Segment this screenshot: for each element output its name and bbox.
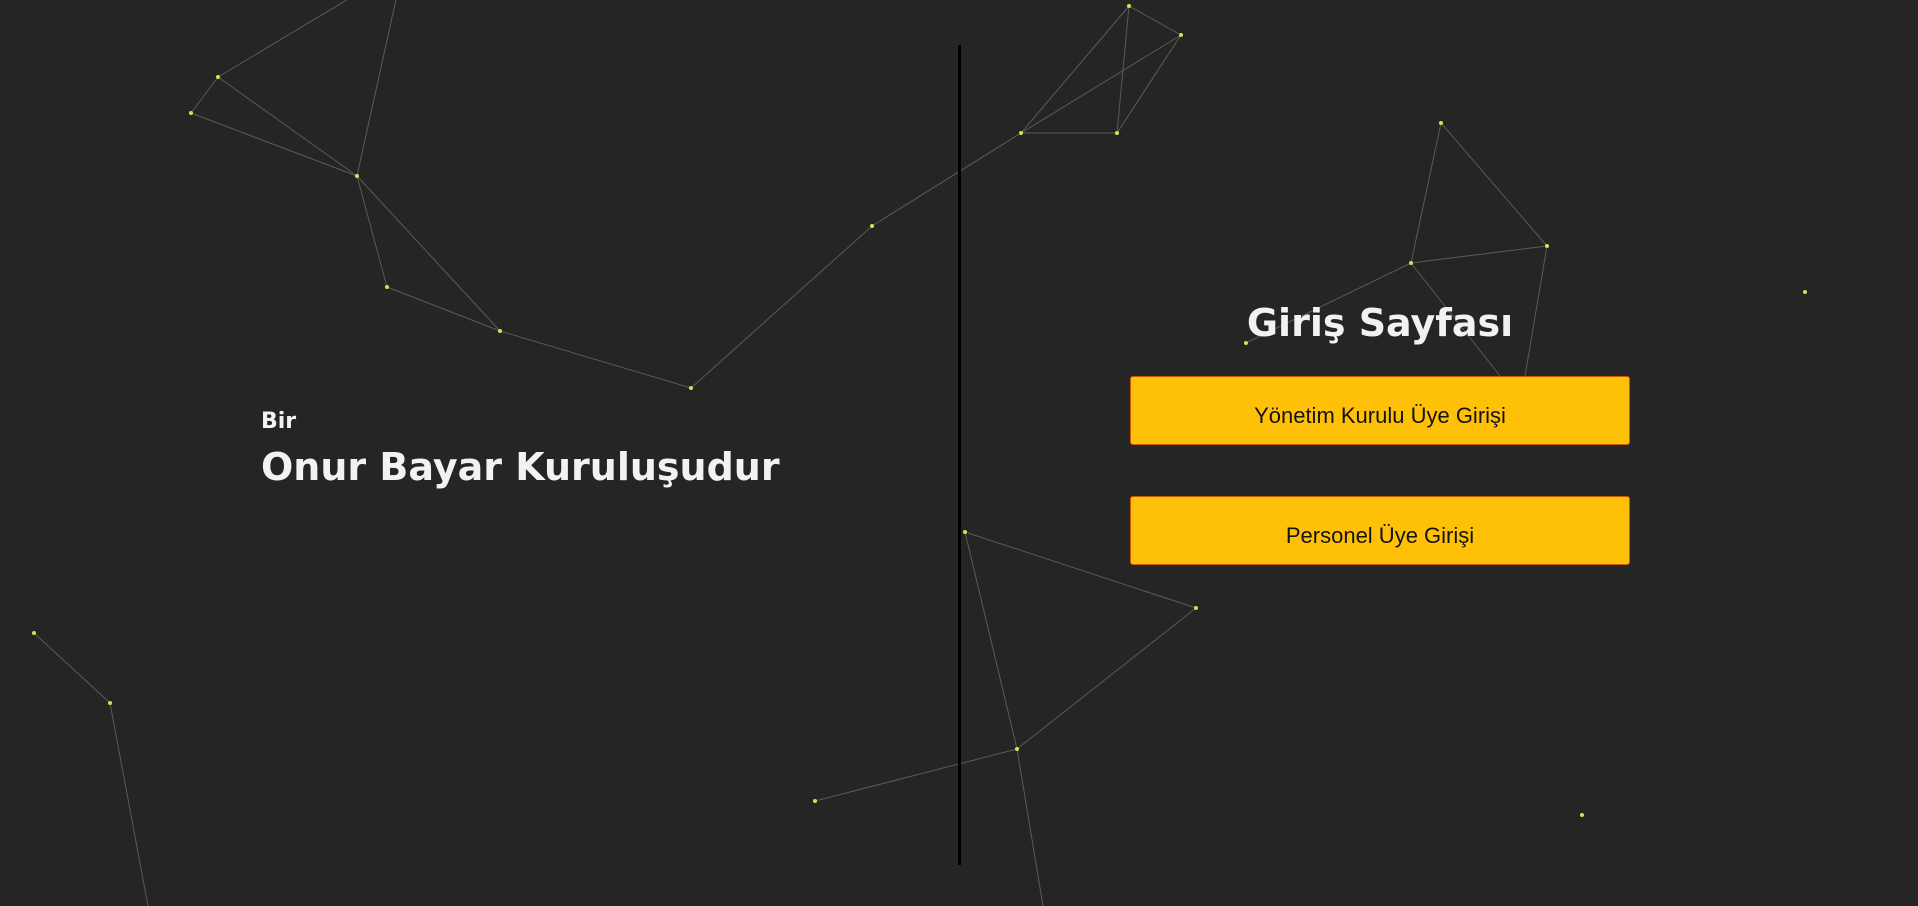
network-node (1409, 261, 1413, 265)
network-node (355, 174, 359, 178)
network-line (814, 748, 1018, 802)
network-line (1128, 5, 1182, 36)
staff-member-login-button[interactable]: Personel Üye Girişi (1130, 496, 1630, 565)
network-node (108, 701, 112, 705)
brand-block: Bir Onur Bayar Kuruluşudur (261, 408, 780, 492)
brand-prefix: Bir (261, 409, 297, 434)
network-line (1020, 34, 1182, 134)
network-node (32, 631, 36, 635)
network-node (689, 386, 693, 390)
network-line (190, 76, 219, 114)
network-node (1127, 4, 1131, 8)
network-line (499, 330, 692, 389)
network-line (217, 0, 348, 78)
network-line (190, 112, 358, 177)
vertical-divider (958, 45, 961, 865)
network-node (1545, 244, 1549, 248)
network-line (1016, 607, 1197, 750)
network-line (1116, 34, 1182, 134)
network-line (690, 225, 873, 389)
network-node (1019, 131, 1023, 135)
brand-name: Onur Bayar Kuruluşudur (261, 445, 780, 489)
network-node (1580, 813, 1584, 817)
page-title: Giriş Sayfası (1246, 301, 1514, 345)
network-line (217, 76, 358, 177)
network-node (1115, 131, 1119, 135)
network-line (964, 531, 1018, 750)
network-line (1410, 122, 1442, 264)
network-node (963, 530, 967, 534)
network-node (1194, 606, 1198, 610)
board-member-login-button[interactable]: Yönetim Kurulu Üye Girişi (1130, 376, 1630, 445)
network-node (1439, 121, 1443, 125)
network-node (216, 75, 220, 79)
network-line (871, 132, 1022, 227)
network-node (385, 285, 389, 289)
network-line (1016, 748, 1044, 906)
network-line (109, 702, 149, 906)
network-line (1116, 5, 1130, 134)
network-node (1015, 747, 1019, 751)
network-line (386, 286, 501, 332)
network-node (189, 111, 193, 115)
network-line (1410, 245, 1548, 264)
network-line (1020, 5, 1130, 134)
network-node (1179, 33, 1183, 37)
network-node (870, 224, 874, 228)
network-node (813, 799, 817, 803)
network-node (1803, 290, 1807, 294)
network-line (1440, 122, 1548, 247)
network-node (498, 329, 502, 333)
network-line (356, 0, 397, 177)
network-line (33, 632, 111, 704)
